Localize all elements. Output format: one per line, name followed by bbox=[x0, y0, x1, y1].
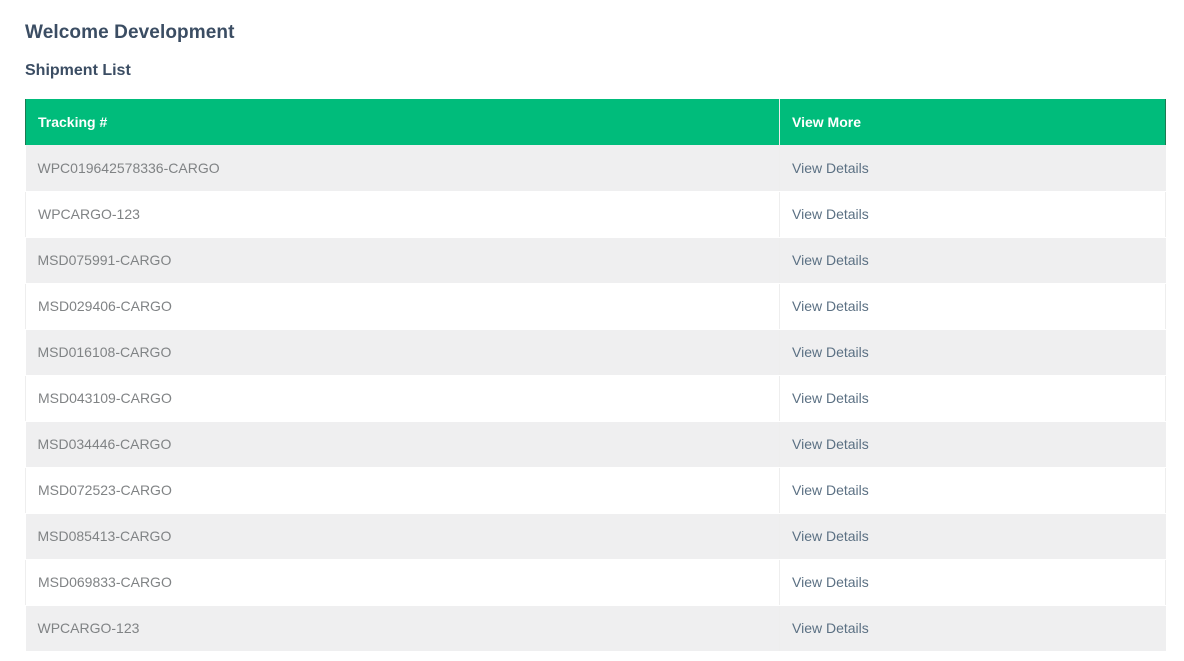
view-more-cell: View Details bbox=[779, 329, 1166, 376]
view-details-link[interactable]: View Details bbox=[792, 482, 869, 498]
table-row: MSD034446-CARGO View Details bbox=[25, 421, 1166, 468]
view-details-link[interactable]: View Details bbox=[792, 298, 869, 314]
tracking-number: MSD085413-CARGO bbox=[25, 513, 780, 560]
tracking-number: MSD069833-CARGO bbox=[25, 559, 780, 606]
view-details-link[interactable]: View Details bbox=[792, 620, 869, 636]
page: Welcome Development Shipment List Tracki… bbox=[0, 0, 1184, 661]
table-row: WPCARGO-123 View Details bbox=[25, 605, 1166, 652]
view-details-link[interactable]: View Details bbox=[792, 344, 869, 360]
view-details-link[interactable]: View Details bbox=[792, 252, 869, 268]
view-details-link[interactable]: View Details bbox=[792, 574, 869, 590]
table-header-row: Tracking # View More bbox=[25, 99, 1166, 145]
column-header-tracking: Tracking # bbox=[25, 99, 780, 145]
tracking-number: WPCARGO-123 bbox=[25, 191, 780, 238]
view-details-link[interactable]: View Details bbox=[792, 390, 869, 406]
page-title: Welcome Development bbox=[25, 22, 235, 43]
table-row: MSD029406-CARGO View Details bbox=[25, 283, 1166, 330]
table-row: MSD085413-CARGO View Details bbox=[25, 513, 1166, 560]
tracking-number: MSD029406-CARGO bbox=[25, 283, 780, 330]
view-more-cell: View Details bbox=[779, 513, 1166, 560]
tracking-number: MSD072523-CARGO bbox=[25, 467, 780, 514]
table-row: MSD075991-CARGO View Details bbox=[25, 237, 1166, 284]
tracking-number: MSD043109-CARGO bbox=[25, 375, 780, 422]
column-header-view-more: View More bbox=[779, 99, 1166, 145]
table-row: MSD072523-CARGO View Details bbox=[25, 467, 1166, 514]
table-row: MSD043109-CARGO View Details bbox=[25, 375, 1166, 422]
view-more-cell: View Details bbox=[779, 191, 1166, 238]
view-more-cell: View Details bbox=[779, 283, 1166, 330]
tracking-number: MSD075991-CARGO bbox=[25, 237, 780, 284]
shipment-table: Tracking # View More WPC019642578336-CAR… bbox=[25, 99, 1166, 652]
view-details-link[interactable]: View Details bbox=[792, 528, 869, 544]
table-header: Tracking # View More bbox=[25, 99, 1166, 145]
table-row: WPC019642578336-CARGO View Details bbox=[25, 145, 1166, 192]
view-details-link[interactable]: View Details bbox=[792, 206, 869, 222]
tracking-number: WPC019642578336-CARGO bbox=[25, 145, 780, 192]
view-more-cell: View Details bbox=[779, 421, 1166, 468]
view-details-link[interactable]: View Details bbox=[792, 436, 869, 452]
view-more-cell: View Details bbox=[779, 375, 1166, 422]
tracking-number: WPCARGO-123 bbox=[25, 605, 780, 652]
view-more-cell: View Details bbox=[779, 467, 1166, 514]
view-more-cell: View Details bbox=[779, 605, 1166, 652]
view-details-link[interactable]: View Details bbox=[792, 160, 869, 176]
view-more-cell: View Details bbox=[779, 559, 1166, 606]
table-body: WPC019642578336-CARGO View Details WPCARGO… bbox=[25, 145, 1166, 652]
table-row: MSD016108-CARGO View Details bbox=[25, 329, 1166, 376]
view-more-cell: View Details bbox=[779, 145, 1166, 192]
table-row: MSD069833-CARGO View Details bbox=[25, 559, 1166, 606]
section-title: Shipment List bbox=[25, 62, 131, 79]
tracking-number: MSD034446-CARGO bbox=[25, 421, 780, 468]
view-more-cell: View Details bbox=[779, 237, 1166, 284]
tracking-number: MSD016108-CARGO bbox=[25, 329, 780, 376]
table-row: WPCARGO-123 View Details bbox=[25, 191, 1166, 238]
